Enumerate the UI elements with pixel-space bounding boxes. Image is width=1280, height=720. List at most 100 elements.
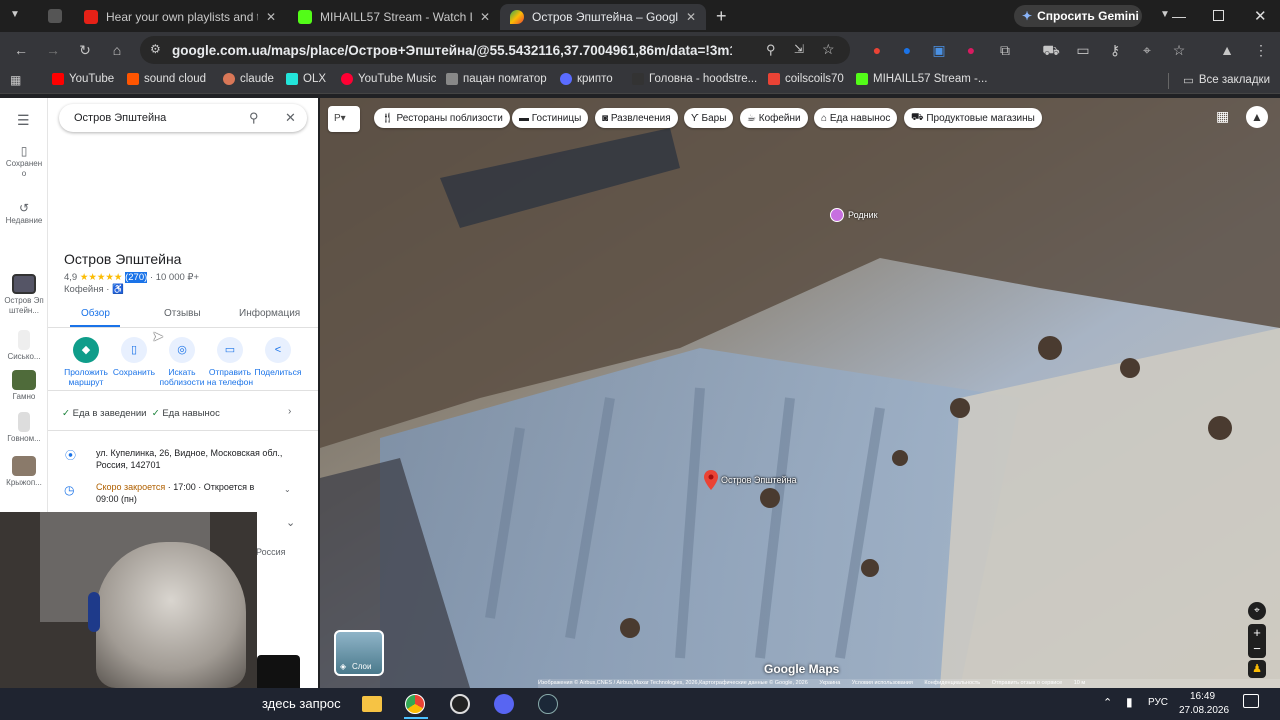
- bookmark-youtube[interactable]: YouTube: [52, 73, 114, 85]
- close-icon[interactable]: ✕: [266, 10, 276, 24]
- bookmark-claude[interactable]: claude: [223, 73, 274, 85]
- minimize-button[interactable]: —: [1172, 8, 1186, 24]
- install-icon[interactable]: ⇲: [794, 42, 804, 56]
- chip-takeout[interactable]: ⌂ Еда навынос: [814, 108, 898, 128]
- reload-icon[interactable]: ↻: [76, 41, 94, 59]
- key-icon[interactable]: ⚷: [1106, 41, 1124, 59]
- rail-recent-place-4[interactable]: Говном...: [0, 412, 48, 444]
- country-link[interactable]: Украина: [819, 680, 840, 686]
- rail-recent-place-5[interactable]: Крыжоп...: [0, 456, 48, 488]
- street-view-pegman[interactable]: ♟: [1248, 660, 1266, 678]
- close-icon[interactable]: ✕: [480, 10, 490, 24]
- gemini-button[interactable]: ✦ Спросить Gemini: [1014, 5, 1142, 27]
- tab-search-chevron-icon[interactable]: ▼: [1160, 9, 1170, 20]
- chevron-down-icon[interactable]: ⌄: [284, 485, 291, 494]
- zoom-icon[interactable]: ⚲: [766, 42, 776, 58]
- back-icon[interactable]: ←: [12, 41, 30, 59]
- tab-reviews[interactable]: Отзывы: [164, 308, 201, 319]
- bookmark-youtube-music[interactable]: YouTube Music: [341, 73, 436, 85]
- chevron-right-icon[interactable]: ›: [288, 406, 291, 417]
- chip-hotels[interactable]: ▬ Гостиницы: [512, 108, 589, 128]
- service-options-row[interactable]: ✓ Еда в заведении ✓ Еда навынос: [62, 408, 220, 419]
- nearby-button[interactable]: ◎ Искать поблизости: [157, 337, 207, 387]
- file-explorer-icon[interactable]: [362, 696, 382, 712]
- microphone-icon[interactable]: ▮: [1126, 695, 1133, 709]
- site-info-icon[interactable]: ⚙: [150, 42, 161, 56]
- poi-rodnik[interactable]: Родник: [830, 208, 878, 222]
- tab-info[interactable]: Информация: [239, 308, 300, 319]
- share-button[interactable]: < Поделиться: [253, 337, 303, 377]
- clock-date[interactable]: 27.08.2026: [1179, 705, 1229, 716]
- layers-button[interactable]: ◈ Слои: [334, 630, 384, 676]
- home-icon[interactable]: ⌂: [108, 41, 126, 59]
- all-bookmarks-folder[interactable]: ▭ Все закладки: [1183, 73, 1270, 87]
- bookmark-crypto[interactable]: крипто: [560, 73, 613, 85]
- forward-icon[interactable]: →: [44, 41, 62, 59]
- hours-text[interactable]: Скоро закроется · 17:00 · Откроется в 09…: [96, 481, 276, 505]
- chip-groceries[interactable]: ⛟ Продуктовые магазины: [904, 108, 1042, 128]
- terms-link[interactable]: Условия использования: [852, 680, 913, 686]
- hamburger-menu-icon[interactable]: ☰: [17, 112, 30, 129]
- search-icon[interactable]: ⚲: [249, 110, 259, 126]
- chip-entertainment[interactable]: ◙ Развлечения: [595, 108, 678, 128]
- close-icon[interactable]: ✕: [686, 10, 696, 24]
- zoom-out-button[interactable]: −: [1248, 641, 1266, 658]
- obs-icon[interactable]: [450, 694, 470, 714]
- rail-recent-place-1[interactable]: Остров Эпштейн...: [0, 274, 48, 316]
- address-text[interactable]: ул. Купелинка, 26, Видное, Московская об…: [96, 447, 301, 471]
- menu-dots-icon[interactable]: ⋮: [1252, 41, 1270, 59]
- review-count[interactable]: (270): [125, 272, 148, 283]
- clear-icon[interactable]: ✕: [285, 110, 296, 126]
- bookmark-soundcloud[interactable]: sound cloud: [127, 73, 206, 85]
- tab-favicon-generic[interactable]: [48, 9, 62, 23]
- translate-icon[interactable]: ▣: [930, 41, 948, 59]
- restore-button[interactable]: [1213, 10, 1224, 21]
- my-location-button[interactable]: ⌖: [1248, 602, 1266, 620]
- chip-bars[interactable]: Ƴ Бары: [684, 108, 734, 128]
- address-bar[interactable]: ⚙ google.com.ua/maps/place/Остров+Эпштей…: [140, 36, 850, 64]
- bookmark-hoodstream[interactable]: Головна - hoodstre...: [632, 73, 757, 85]
- zoom-in-button[interactable]: +: [1248, 624, 1266, 641]
- tab-kick-stream[interactable]: MIHAILL57 Stream - Watch Live ✕: [288, 4, 500, 30]
- account-avatar[interactable]: ▲: [1246, 106, 1268, 128]
- discord-icon[interactable]: [494, 694, 514, 714]
- apps-grid-icon[interactable]: ▦: [10, 73, 21, 87]
- rail-recent-place-3[interactable]: Гамно: [0, 370, 48, 402]
- privacy-link[interactable]: Конфиденциальность: [924, 680, 980, 686]
- extension-pink-icon[interactable]: ●: [962, 41, 980, 59]
- chip-cafes[interactable]: ☕︎ Кофейни: [740, 108, 808, 128]
- chrome-icon[interactable]: [405, 694, 425, 714]
- tab-google-maps[interactable]: Остров Эпштейна – Google Ка ✕: [500, 4, 706, 30]
- clock-time[interactable]: 16:49: [1190, 691, 1215, 702]
- rail-saved[interactable]: ▯ Сохранено: [0, 145, 48, 179]
- location-icon[interactable]: ⌖: [1138, 41, 1156, 59]
- directions-button[interactable]: ◆ Проложить маршрут: [61, 337, 111, 387]
- chip-restaurants[interactable]: 🍴︎ Рестораны поблизости: [374, 108, 510, 128]
- place-pin[interactable]: Остров Эпштейна: [704, 470, 797, 490]
- feedback-link[interactable]: Отправить отзыв о сервисе: [992, 680, 1062, 686]
- taskbar-search-box[interactable]: здесь запрос: [258, 692, 348, 716]
- search-input[interactable]: Остров Эпштейна: [74, 112, 166, 124]
- bookmark-star-icon[interactable]: ☆: [822, 41, 835, 58]
- car-icon[interactable]: ⛟: [1042, 41, 1060, 59]
- bookmark-olx[interactable]: OLX: [286, 73, 326, 85]
- favorites-icon[interactable]: ☆: [1170, 41, 1188, 59]
- profile-icon[interactable]: ▲: [1218, 41, 1236, 59]
- apps-grid-icon[interactable]: ▦: [1216, 108, 1229, 125]
- extension-red-icon[interactable]: ●: [868, 41, 886, 59]
- tab-youtube-music[interactable]: Hear your own playlists and the ✕: [74, 4, 286, 30]
- rail-recent[interactable]: ↺ Недавние: [0, 202, 48, 226]
- bookmark-gmail[interactable]: coilscoils70: [768, 73, 844, 85]
- new-tab-button[interactable]: +: [716, 6, 727, 27]
- rail-recent-place-2[interactable]: Сисько...: [0, 330, 48, 362]
- card-icon[interactable]: ▭: [1074, 41, 1092, 59]
- tab-list-chevron-icon[interactable]: ▼: [10, 9, 20, 20]
- close-window-button[interactable]: ✕: [1254, 7, 1267, 25]
- extension-blue-icon[interactable]: ●: [898, 41, 916, 59]
- tray-chevron-icon[interactable]: ⌃: [1103, 696, 1112, 709]
- extensions-puzzle-icon[interactable]: ⧉: [996, 41, 1014, 59]
- chevron-down-icon[interactable]: ⌄: [286, 516, 295, 529]
- map-search-chip[interactable]: Р▾: [328, 106, 360, 132]
- bookmark-pacan[interactable]: пацан помгатор: [446, 73, 547, 85]
- tab-overview[interactable]: Обзор: [81, 308, 110, 319]
